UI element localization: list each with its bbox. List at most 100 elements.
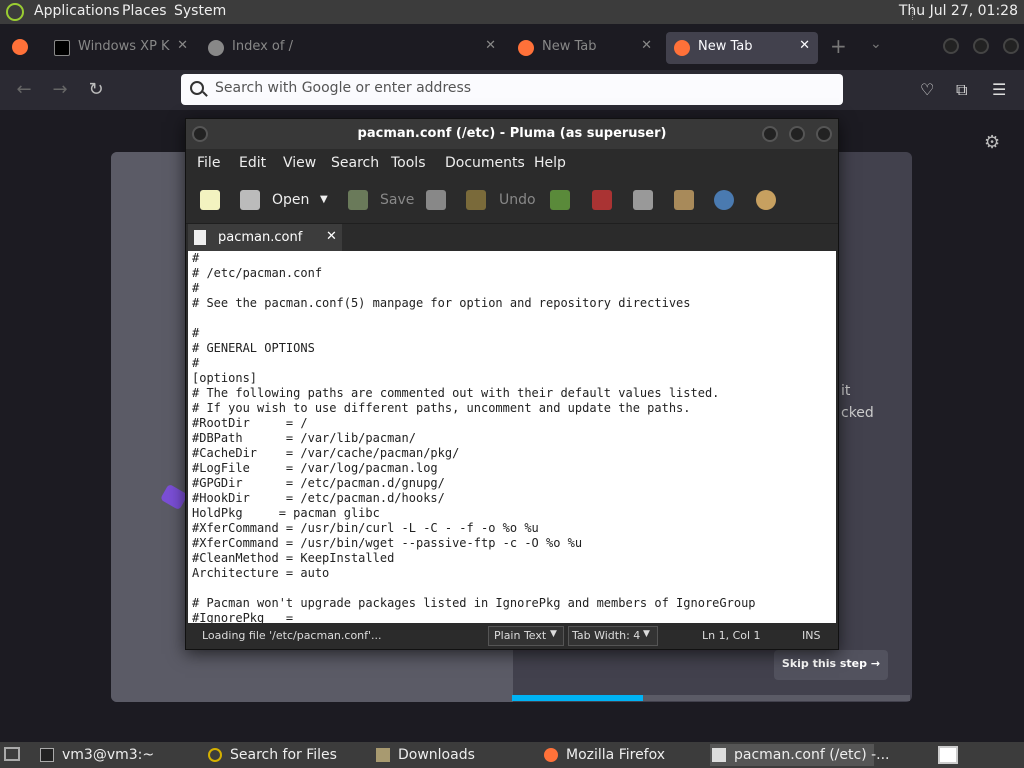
hamburger-menu-icon[interactable]: ☰ xyxy=(992,80,1006,99)
skip-step-button[interactable]: Skip this step → xyxy=(774,650,888,680)
forward-arrow-icon[interactable]: → xyxy=(48,78,72,102)
pluma-titlebar[interactable]: pacman.conf (/etc) - Pluma (as superuser… xyxy=(186,119,838,149)
text-file-icon xyxy=(194,230,206,245)
task-pluma[interactable]: pacman.conf (/etc) -... xyxy=(710,744,890,766)
maximize-icon[interactable] xyxy=(973,38,989,54)
extensions-icon[interactable]: ⧉ xyxy=(956,80,967,100)
copy-icon[interactable] xyxy=(633,190,653,210)
task-terminal[interactable]: vm3@vm3:~ xyxy=(40,744,200,766)
search-icon xyxy=(208,748,222,762)
status-message: Loading file '/etc/pacman.conf'... xyxy=(202,629,382,642)
open-icon[interactable] xyxy=(240,190,260,210)
tab-width-label: Tab Width: 4 xyxy=(572,629,641,642)
bottom-taskbar: vm3@vm3:~ Search for Files Downloads Moz… xyxy=(0,742,1024,768)
close-icon[interactable]: ✕ xyxy=(641,38,652,53)
ff-tab-label: Index of / xyxy=(232,39,293,54)
ff-tab-4-active[interactable]: New Tab ✕ xyxy=(666,32,818,64)
paste-icon[interactable] xyxy=(674,190,694,210)
text-editor-icon xyxy=(712,748,726,762)
task-label: Search for Files xyxy=(230,747,337,763)
print-icon[interactable] xyxy=(426,190,446,210)
mate-logo-icon[interactable] xyxy=(6,3,24,21)
firefox-tabbar: Windows XP K ✕ Index of / ✕ New Tab ✕ Ne… xyxy=(0,24,1024,70)
menu-places[interactable]: Places xyxy=(122,3,167,19)
task-downloads[interactable]: Downloads xyxy=(376,744,536,766)
firefox-icon xyxy=(518,40,534,56)
save-button[interactable]: Save xyxy=(380,189,414,211)
save-icon[interactable] xyxy=(348,190,368,210)
task-label: pacman.conf (/etc) -... xyxy=(734,747,890,763)
window-title: pacman.conf (/etc) - Pluma (as superuser… xyxy=(357,126,667,141)
task-label: vm3@vm3:~ xyxy=(62,747,155,763)
pluma-statusbar: Loading file '/etc/pacman.conf'... Plain… xyxy=(186,623,838,649)
chevron-down-icon: ▼ xyxy=(550,629,557,639)
back-arrow-icon[interactable]: ← xyxy=(12,78,36,102)
terminal-icon xyxy=(40,748,54,762)
task-label: Mozilla Firefox xyxy=(566,747,666,763)
cut-icon[interactable] xyxy=(592,190,612,210)
close-icon[interactable]: ✕ xyxy=(799,38,810,53)
new-tab-plus-icon[interactable]: + xyxy=(830,34,847,58)
url-bar[interactable]: Search with Google or enter address xyxy=(181,74,843,105)
progress-fill xyxy=(512,695,643,701)
top-panel: Applications Places System Thu Jul 27, 0… xyxy=(0,0,1024,24)
pluma-tabbar: pacman.conf ✕ xyxy=(186,223,838,252)
task-label: Downloads xyxy=(398,747,475,763)
new-document-icon[interactable] xyxy=(200,190,220,210)
firefox-icon xyxy=(674,40,690,56)
minimize-icon[interactable] xyxy=(943,38,959,54)
undo-icon[interactable] xyxy=(466,190,486,210)
workspace-switcher-icon[interactable] xyxy=(938,746,958,764)
text-editor[interactable]: # # /etc/pacman.conf # # See the pacman.… xyxy=(188,251,836,623)
menu-system[interactable]: System xyxy=(174,3,226,19)
tab-favicon-icon xyxy=(54,40,70,56)
open-dropdown-icon[interactable]: ▼ xyxy=(320,189,328,211)
menu-help[interactable]: Help xyxy=(534,155,566,171)
menu-view[interactable]: View xyxy=(283,155,316,171)
close-icon[interactable]: ✕ xyxy=(326,229,337,244)
pluma-menubar: File Edit View Search Tools Documents He… xyxy=(186,149,838,179)
menu-search[interactable]: Search xyxy=(331,155,379,171)
menu-documents[interactable]: Documents xyxy=(445,155,525,171)
find-icon[interactable] xyxy=(714,190,734,210)
ff-tab-1[interactable]: Windows XP K ✕ xyxy=(46,32,196,64)
close-window-icon[interactable] xyxy=(816,126,832,142)
maximize-icon[interactable] xyxy=(789,126,805,142)
chevron-down-icon: ▼ xyxy=(643,629,650,639)
reload-icon[interactable]: ↻ xyxy=(84,78,108,102)
firefox-view-icon[interactable] xyxy=(12,39,28,55)
onboarding-text-line: cked xyxy=(841,405,874,421)
pocket-icon[interactable]: ♡ xyxy=(920,80,934,99)
menu-edit[interactable]: Edit xyxy=(239,155,266,171)
task-search-files[interactable]: Search for Files xyxy=(208,744,368,766)
minimize-icon[interactable] xyxy=(762,126,778,142)
chevron-down-icon[interactable]: ⌄ xyxy=(870,36,882,52)
open-button[interactable]: Open xyxy=(272,189,309,211)
folder-icon xyxy=(376,748,390,762)
task-firefox[interactable]: Mozilla Firefox xyxy=(544,744,704,766)
pluma-window: pacman.conf (/etc) - Pluma (as superuser… xyxy=(185,118,839,650)
onboarding-text: it cked xyxy=(841,380,874,424)
search-icon xyxy=(190,81,204,95)
ff-tab-3[interactable]: New Tab ✕ xyxy=(510,32,660,64)
close-icon[interactable]: ✕ xyxy=(177,38,188,53)
undo-button[interactable]: Undo xyxy=(499,189,536,211)
menu-tools[interactable]: Tools xyxy=(391,155,426,171)
menu-applications[interactable]: Applications xyxy=(34,3,120,19)
url-placeholder: Search with Google or enter address xyxy=(215,80,472,96)
gear-icon[interactable]: ⚙ xyxy=(984,132,1000,153)
ff-tab-2[interactable]: Index of / ✕ xyxy=(200,32,504,64)
pluma-toolbar: Open ▼ Save Undo xyxy=(186,179,838,223)
tab-favicon-icon xyxy=(208,40,224,56)
redo-icon[interactable] xyxy=(550,190,570,210)
menu-file[interactable]: File xyxy=(197,155,220,171)
document-tab[interactable]: pacman.conf ✕ xyxy=(188,224,342,252)
window-menu-icon[interactable] xyxy=(192,126,208,142)
editor-content[interactable]: # # /etc/pacman.conf # # See the pacman.… xyxy=(188,251,836,623)
insert-mode: INS xyxy=(802,629,821,642)
close-icon[interactable]: ✕ xyxy=(485,38,496,53)
show-desktop-icon[interactable] xyxy=(4,747,20,761)
clock[interactable]: Thu Jul 27, 01:28 xyxy=(899,3,1018,19)
close-window-icon[interactable] xyxy=(1003,38,1019,54)
find-replace-icon[interactable] xyxy=(756,190,776,210)
